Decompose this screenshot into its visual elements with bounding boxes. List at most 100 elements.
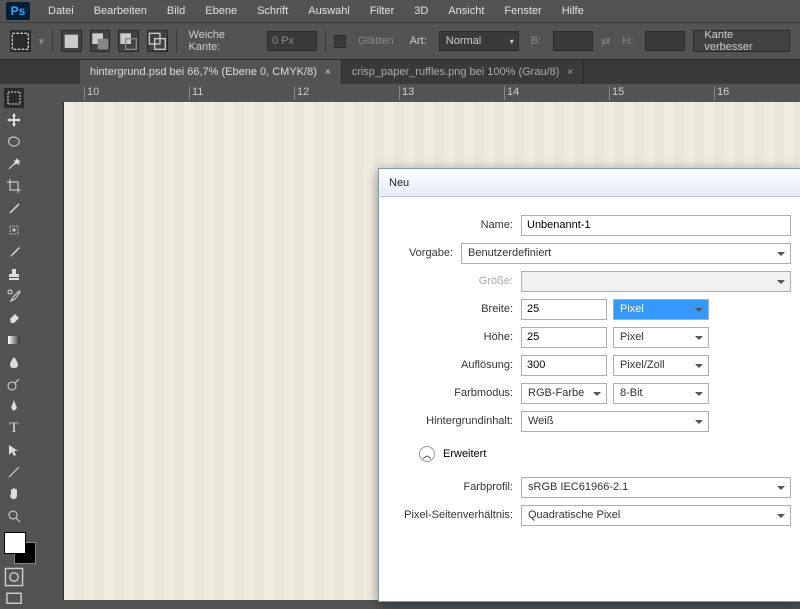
- menu-ebene[interactable]: Ebene: [195, 2, 247, 20]
- menu-filter[interactable]: Filter: [360, 2, 404, 20]
- pen-tool-icon[interactable]: [4, 396, 24, 416]
- ruler-horizontal[interactable]: 10 11 12 13 14 15 16: [64, 84, 800, 102]
- eyedropper-tool-icon[interactable]: [4, 198, 24, 218]
- menu-schrift[interactable]: Schrift: [247, 2, 298, 20]
- ruler-tick: 16: [714, 86, 729, 100]
- width-label: Breite:: [389, 303, 521, 315]
- width-input[interactable]: [521, 299, 607, 320]
- colorprofile-label: Farbprofil:: [389, 481, 521, 493]
- selection-add-icon[interactable]: [90, 30, 111, 52]
- wand-tool-icon[interactable]: [4, 154, 24, 174]
- toolbox: T: [0, 84, 46, 600]
- move-tool-icon[interactable]: [4, 110, 24, 130]
- lasso-tool-icon[interactable]: [4, 132, 24, 152]
- bgcontent-label: Hintergrundinhalt:: [389, 415, 521, 427]
- app-logo: Ps: [6, 2, 30, 20]
- ruler-tick: 13: [399, 86, 414, 100]
- menu-fenster[interactable]: Fenster: [494, 2, 551, 20]
- ruler-tick: 11: [189, 86, 203, 100]
- document-tab-row: hintergrund.psd bei 66,7% (Ebene 0, CMYK…: [0, 60, 800, 84]
- height-label: H:: [622, 35, 633, 47]
- colormode-dropdown[interactable]: RGB-Farbe: [521, 383, 607, 404]
- hand-tool-icon[interactable]: [4, 484, 24, 504]
- menu-auswahl[interactable]: Auswahl: [298, 2, 360, 20]
- selection-subtract-icon[interactable]: [118, 30, 139, 52]
- resolution-unit-dropdown[interactable]: Pixel/Zoll: [613, 355, 709, 376]
- line-tool-icon[interactable]: [4, 462, 24, 482]
- height-input[interactable]: [521, 327, 607, 348]
- eraser-tool-icon[interactable]: [4, 308, 24, 328]
- screenmode-icon[interactable]: [4, 590, 24, 608]
- ruler-tick: 15: [609, 86, 624, 100]
- resolution-input[interactable]: [521, 355, 607, 376]
- menubar: Ps Datei Bearbeiten Bild Ebene Schrift A…: [0, 0, 800, 22]
- width-input: [553, 31, 593, 51]
- menu-bild[interactable]: Bild: [157, 2, 195, 20]
- ruler-vertical[interactable]: [46, 102, 64, 600]
- dialog-title: Neu: [379, 169, 800, 197]
- marquee-tool-icon[interactable]: [4, 88, 24, 108]
- doc-tab-1[interactable]: hintergrund.psd bei 66,7% (Ebene 0, CMYK…: [80, 60, 342, 84]
- ruler-tick: 12: [294, 86, 309, 100]
- name-input[interactable]: [521, 215, 791, 236]
- dodge-tool-icon[interactable]: [4, 374, 24, 394]
- menu-3d[interactable]: 3D: [404, 2, 438, 20]
- color-swatches[interactable]: [4, 532, 42, 564]
- advanced-label[interactable]: Erweitert: [443, 448, 486, 460]
- size-label: Größe:: [389, 275, 521, 287]
- antialias-label: Glätten: [358, 35, 393, 47]
- antialias-checkbox[interactable]: [334, 35, 346, 48]
- doc-tab-2[interactable]: crisp_paper_ruffles.png bei 100% (Grau/8…: [342, 60, 585, 84]
- colormode-label: Farbmodus:: [389, 387, 521, 399]
- blur-tool-icon[interactable]: [4, 352, 24, 372]
- ruler-tick: 10: [84, 86, 99, 100]
- marquee-tool-icon[interactable]: [10, 30, 31, 52]
- height-input: [645, 31, 685, 51]
- height-label: Höhe:: [389, 331, 521, 343]
- pixelaspect-dropdown[interactable]: Quadratische Pixel: [521, 505, 791, 526]
- fg-color-swatch[interactable]: [4, 532, 26, 554]
- close-icon[interactable]: ×: [567, 67, 573, 78]
- pixelaspect-label: Pixel-Seitenverhältnis:: [389, 509, 521, 521]
- menu-hilfe[interactable]: Hilfe: [552, 2, 594, 20]
- crop-tool-icon[interactable]: [4, 176, 24, 196]
- style-label: Art:: [410, 35, 427, 47]
- path-select-tool-icon[interactable]: [4, 440, 24, 460]
- ruler-corner: [46, 84, 64, 102]
- feather-input[interactable]: [267, 31, 317, 51]
- feather-label: Weiche Kante:: [189, 29, 255, 53]
- brush-tool-icon[interactable]: [4, 242, 24, 262]
- preset-label: Vorgabe:: [389, 247, 461, 259]
- bgcontent-dropdown[interactable]: Weiß: [521, 411, 709, 432]
- menu-datei[interactable]: Datei: [38, 2, 84, 20]
- width-label: B:: [531, 35, 541, 47]
- size-dropdown: [521, 271, 791, 292]
- stamp-tool-icon[interactable]: [4, 264, 24, 284]
- gradient-tool-icon[interactable]: [4, 330, 24, 350]
- selection-new-icon[interactable]: [61, 30, 82, 52]
- menu-bearbeiten[interactable]: Bearbeiten: [84, 2, 157, 20]
- width-unit-dropdown[interactable]: Pixel: [613, 299, 709, 320]
- selection-intersect-icon[interactable]: [147, 30, 168, 52]
- resolution-label: Auflösung:: [389, 359, 521, 371]
- healing-tool-icon[interactable]: [4, 220, 24, 240]
- style-dropdown[interactable]: Normal: [439, 31, 519, 51]
- preset-dropdown[interactable]: Benutzerdefiniert: [461, 243, 791, 264]
- zoom-tool-icon[interactable]: [4, 506, 24, 526]
- options-bar: ▾ Weiche Kante: Glätten Art: Normal B: ⇄…: [0, 22, 800, 60]
- new-document-dialog: Neu Name: Vorgabe: Benutzerdefiniert Grö…: [378, 168, 800, 602]
- quickmask-icon[interactable]: [4, 568, 24, 586]
- menu-ansicht[interactable]: Ansicht: [438, 2, 494, 20]
- name-label: Name:: [389, 219, 521, 231]
- bitdepth-dropdown[interactable]: 8-Bit: [613, 383, 709, 404]
- chevron-up-icon[interactable]: ︿: [419, 446, 435, 462]
- refine-edge-button[interactable]: Kante verbesser: [693, 30, 790, 52]
- ruler-tick: 14: [504, 86, 519, 100]
- doc-tab-1-label: hintergrund.psd bei 66,7% (Ebene 0, CMYK…: [90, 66, 317, 78]
- history-brush-tool-icon[interactable]: [4, 286, 24, 306]
- colorprofile-dropdown[interactable]: sRGB IEC61966-2.1: [521, 477, 791, 498]
- doc-tab-2-label: crisp_paper_ruffles.png bei 100% (Grau/8…: [352, 66, 560, 78]
- height-unit-dropdown[interactable]: Pixel: [613, 327, 709, 348]
- type-tool-icon[interactable]: T: [4, 418, 24, 438]
- close-icon[interactable]: ×: [325, 67, 331, 78]
